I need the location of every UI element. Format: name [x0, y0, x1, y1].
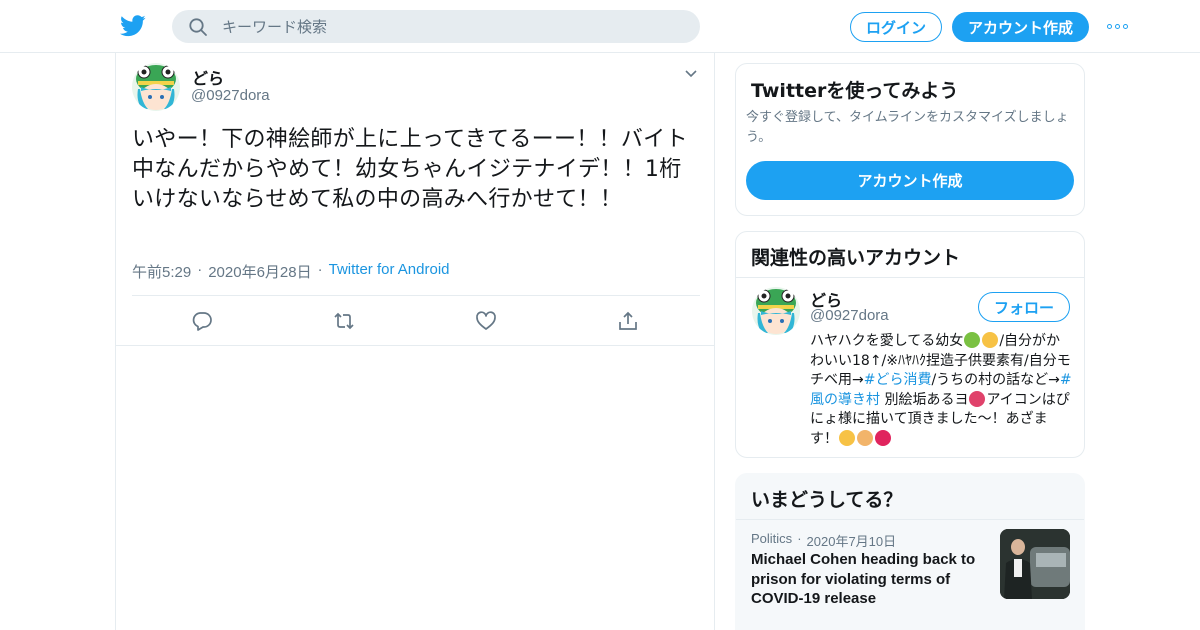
- grinning-face-emoji-icon: [839, 429, 855, 446]
- search-box[interactable]: [172, 10, 700, 43]
- trend-headline-link[interactable]: Michael Cohen heading back to prison for…: [751, 550, 996, 609]
- hashtag-link[interactable]: #どら消費: [864, 372, 932, 388]
- related-account-bio: ハヤハクを愛してる幼女/自分がかわいい18↑/※ﾊﾔﾊｸ捏造子供要素有/自分モチ…: [810, 332, 1074, 449]
- bio-text: ハヤハクを愛してる幼女: [810, 333, 964, 349]
- tweet-column: どら @0927dora いやー！下の神絵師が上に上ってきてるーー！！バイト中な…: [115, 53, 715, 630]
- search-input[interactable]: [222, 10, 682, 43]
- meta-separator: ·: [317, 261, 323, 278]
- related-accounts-card: 関連性の高いアカウント どら @0927dora フォロー ハヤハクを愛してる幼…: [735, 231, 1085, 458]
- promo-title: Twitterを使ってみよう: [751, 80, 959, 102]
- trends-title: いまどうしてる？: [751, 489, 903, 511]
- signup-promo-card: Twitterを使ってみよう 今すぐ登録して、タイムラインをカスタマイズしましょ…: [735, 63, 1085, 216]
- more-options-icon[interactable]: [1107, 20, 1129, 32]
- reply-icon[interactable]: [191, 310, 213, 332]
- search-icon: [189, 18, 207, 36]
- tweet-text: いやー！下の神絵師が上に上ってきてるーー！！バイト中なんだからやめて！幼女ちゃん…: [132, 127, 688, 212]
- bio-text: /うちの村の話など→: [931, 372, 1060, 388]
- share-icon[interactable]: [617, 310, 639, 332]
- promo-description: 今すぐ登録して、タイムラインをカスタマイズしましょう。: [746, 110, 1069, 145]
- trend-thumbnail-image[interactable]: [1000, 529, 1070, 599]
- twitter-logo-icon[interactable]: [120, 14, 146, 38]
- divider: [736, 519, 1084, 520]
- avatar[interactable]: [752, 287, 800, 335]
- trend-meta: Politics · 2020年7月10日: [751, 531, 896, 550]
- frog-emoji-icon: [964, 332, 981, 348]
- tweet-date[interactable]: 2020年6月28日: [208, 261, 311, 282]
- meta-separator: ·: [197, 261, 203, 278]
- retweet-icon[interactable]: [333, 310, 355, 332]
- related-account-handle[interactable]: @0927dora: [810, 307, 889, 324]
- avatar[interactable]: [132, 63, 180, 111]
- trend-date: 2020年7月10日: [806, 534, 897, 549]
- chevron-down-icon[interactable]: [684, 69, 698, 79]
- like-heart-icon[interactable]: [475, 310, 497, 332]
- tweet-source-link[interactable]: Twitter for Android: [329, 261, 450, 282]
- red-heart-emoji-icon: [875, 429, 891, 446]
- divider: [736, 277, 1084, 278]
- meta-separator: ·: [797, 531, 802, 546]
- tweet-author-name[interactable]: どら: [192, 65, 224, 89]
- whats-happening-card: いまどうしてる？ Politics · 2020年7月10日 Michael C…: [735, 473, 1085, 630]
- tweet-timestamp: 午前5:29 · 2020年6月28日 · Twitter for Androi…: [132, 261, 450, 282]
- top-header: ログイン アカウント作成: [0, 0, 1200, 53]
- tweet-time[interactable]: 午前5:29: [132, 261, 191, 282]
- follow-button[interactable]: フォロー: [978, 292, 1070, 322]
- bio-text: 別絵垢あるヨ: [880, 391, 969, 408]
- folded-hands-emoji-icon: [857, 429, 873, 446]
- tweet-author-handle[interactable]: @0927dora: [191, 87, 270, 104]
- tweet-actions: [116, 296, 714, 346]
- dizzy-face-emoji-icon: [982, 332, 999, 348]
- trend-category: Politics: [751, 531, 793, 546]
- lips-emoji-icon: [969, 390, 986, 407]
- related-title: 関連性の高いアカウント: [751, 247, 961, 269]
- login-button[interactable]: ログイン: [850, 12, 942, 42]
- promo-signup-button[interactable]: アカウント作成: [746, 161, 1074, 200]
- signup-button[interactable]: アカウント作成: [952, 12, 1089, 42]
